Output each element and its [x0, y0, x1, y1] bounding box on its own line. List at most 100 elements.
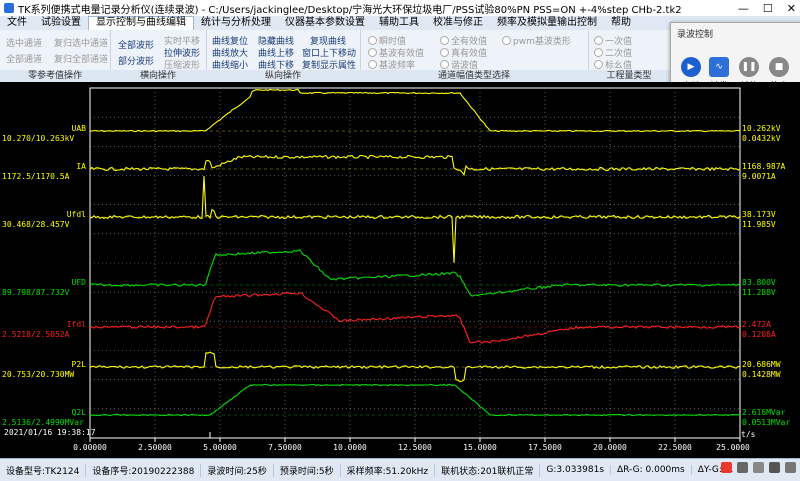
trace-ia [89, 154, 741, 177]
input-method-icon[interactable] [721, 462, 732, 473]
trace-name-ia: IA [76, 162, 86, 171]
eng-type-title: 工程量类型 [588, 70, 670, 82]
record-panel-title: 录波控制 [677, 30, 714, 40]
partial-waveform-button[interactable]: 部分波形 [118, 54, 154, 67]
menu-file[interactable]: 文件 [0, 16, 34, 30]
timestamp: 2021/01/16 19:38:17 [4, 428, 96, 437]
trace-value-uab: 10.270/10.263kV [2, 134, 75, 143]
x-tick-8: 20.0000 [593, 443, 627, 452]
channel-type-title: 通道幅值类型选择 [360, 70, 588, 82]
trace-name-ifdl: Ifdl [66, 320, 86, 329]
zero-ref-title: 零参考值操作 [0, 70, 110, 82]
uab-value-2: 0.0432kV [742, 134, 781, 143]
stop-icon: ■ [769, 57, 789, 77]
trace-name-ufdl: Ufdl [66, 210, 86, 219]
ia-value-2: 9.0071A [742, 172, 776, 181]
x-tick-4: 10.0000 [333, 443, 367, 452]
menu-help[interactable]: 帮助 [604, 16, 638, 30]
settings-icon[interactable] [769, 462, 780, 473]
trace-value-q2l: 2.5136/2.4990MVar [2, 418, 84, 427]
channel-type-group: 瞬时值 全有效值 pwm基波类形 基波有效值 真有效值 基波频率 谐波值 通道幅… [360, 30, 589, 82]
waveform-plot[interactable]: UAB 10.270/10.263kV IA 1172.5/1170.5A Uf… [0, 82, 800, 458]
trace-value-ifdl: 2.5218/2.5052A [2, 330, 70, 339]
app-icon [4, 3, 14, 13]
status-sample-rate: 采样频率:51.20kHz [341, 463, 436, 477]
waveform-svg [89, 87, 741, 442]
horizontal-title: 横向操作 [110, 70, 206, 82]
trace-value-ufdl: 30.468/28.457V [2, 220, 70, 229]
trace-value-p2l: 20.753/20.730MW [2, 370, 75, 379]
zero-ref-group: 选中通道 复归选中通道 全部通道 复归全部通道 零参考值操作 [0, 30, 111, 82]
trace-name-p2l: P2L [71, 360, 86, 369]
x-tick-7: 17.5000 [528, 443, 562, 452]
menu-freq-output[interactable]: 频率及模拟量输出控制 [490, 16, 604, 30]
status-connection: 联机状态:201联机正常 [435, 463, 541, 477]
x-tick-0: 0.00000 [73, 443, 107, 452]
status-delta-rg: ΔR-G: 0.000ms [611, 465, 692, 475]
menu-calibration[interactable]: 校准与修正 [426, 16, 490, 30]
ifdl-value-1: 2.472A [742, 320, 771, 329]
x-tick-2: 5.00000 [203, 443, 237, 452]
x-axis-unit: t/s [741, 430, 756, 439]
reset-selected-button[interactable]: 复归选中通道 [54, 36, 108, 49]
x-tick-9: 22.5000 [658, 443, 692, 452]
x-tick-3: 7.50000 [268, 443, 302, 452]
ufdl-value-2: 11.985V [742, 220, 776, 229]
status-cursor-g: G:3.033981s [540, 465, 612, 475]
close-button[interactable]: ✕ [787, 2, 796, 15]
q2l-value-2: 0.0513MVar [742, 418, 791, 427]
trace-value-ia: 1172.5/1170.5A [2, 172, 70, 181]
ia-value-1: 1168.987A [742, 162, 786, 171]
punctuation-icon[interactable] [737, 462, 748, 473]
status-pre-record: 预录时间:5秒 [274, 463, 341, 477]
trace-ufdl [89, 175, 741, 263]
menu-statistics[interactable]: 统计与分析处理 [194, 16, 278, 30]
maximize-button[interactable]: ☐ [763, 2, 773, 15]
minimize-button[interactable]: — [738, 2, 749, 15]
keyboard-icon[interactable] [753, 462, 764, 473]
status-model: 设备型号:TK2124 [0, 463, 87, 477]
system-tray [721, 462, 796, 473]
waveform-icon: ∿ [709, 57, 729, 77]
q2l-value-1: 2.616MVar [742, 408, 786, 417]
trace-name-uab: UAB [71, 124, 86, 133]
x-tick-6: 15.0000 [463, 443, 497, 452]
ufd-value-2: 11.288V [742, 288, 776, 297]
status-record-time: 录波时间:25秒 [201, 463, 274, 477]
trace-value-ufd: 89.798/87.732V [2, 288, 70, 297]
window-title: TK系列便携式电量记录分析仪(连续录波) - C:/Users/jackingl… [18, 4, 682, 16]
select-channel-button[interactable]: 选中通道 [6, 36, 42, 49]
menu-tools[interactable]: 辅助工具 [372, 16, 426, 30]
menu-device-params[interactable]: 仪器基本参数设置 [278, 16, 372, 30]
p2l-value-2: 0.1428MW [742, 370, 781, 379]
vertical-group: 曲线复位 隐藏曲线 复现曲线 曲线放大 曲线上移 窗口上下移动 曲线缩小 曲线下… [206, 30, 361, 82]
uab-value-1: 10.262kV [742, 124, 781, 133]
status-serial: 设备序号:20190222388 [86, 463, 202, 477]
p2l-value-1: 20.686MW [742, 360, 781, 369]
radio-pwm-label: pwm基波类形 [513, 37, 571, 47]
trace-uab [89, 88, 741, 133]
play-icon: ▶ [681, 57, 701, 77]
title-bar: TK系列便携式电量记录分析仪(连续录波) - C:/Users/jackingl… [0, 0, 800, 16]
pause-icon: ❚❚ [739, 57, 759, 77]
all-waveform-button[interactable]: 全部波形 [118, 38, 154, 51]
status-bar: 设备型号:TK2124 设备序号:20190222388 录波时间:25秒 预录… [0, 458, 800, 481]
trace-ifdl [89, 291, 741, 344]
ufd-value-1: 83.800V [742, 278, 776, 287]
ifdl-value-2: 0.1208A [742, 330, 776, 339]
radio-pwm[interactable]: pwm基波类形 [502, 34, 571, 47]
horizontal-group: 全部波形 部分波形 实时平移 拉伸波形 压缩波形 横向操作 [110, 30, 207, 82]
trace-name-ufd: UFD [71, 278, 86, 287]
vertical-title: 纵向操作 [206, 70, 360, 82]
x-tick-10: 25.0000 [716, 443, 750, 452]
eng-type-group: 一次值 二次值 标幺值 工程量类型 [588, 30, 671, 82]
menu-display-control[interactable]: 显示控制与曲线编辑 [88, 16, 194, 30]
reset-all-button[interactable]: 复归全部通道 [54, 52, 108, 65]
x-tick-5: 12.5000 [398, 443, 432, 452]
all-channels-button[interactable]: 全部通道 [6, 52, 42, 65]
ufdl-value-1: 38.173V [742, 210, 776, 219]
menu-test-settings[interactable]: 试验设置 [34, 16, 88, 30]
trace-name-q2l: Q2L [71, 408, 86, 417]
grid-icon[interactable] [785, 462, 796, 473]
x-tick-1: 2.50000 [138, 443, 172, 452]
